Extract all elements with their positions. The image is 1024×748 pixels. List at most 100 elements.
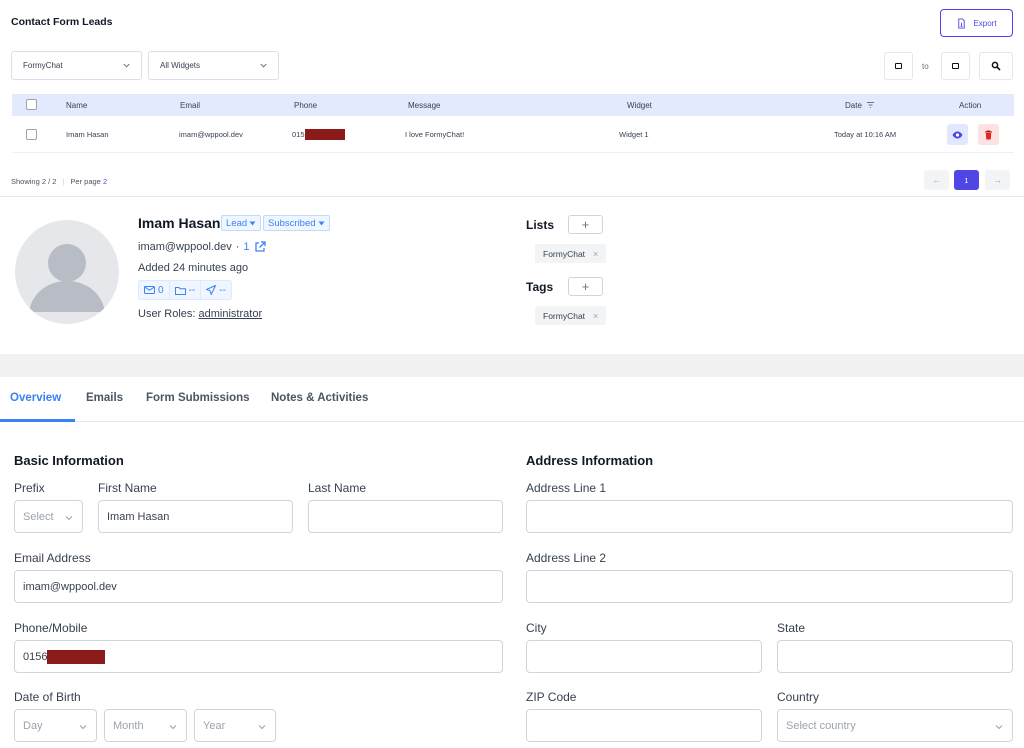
lists-label: Lists bbox=[526, 218, 555, 232]
view-button[interactable] bbox=[947, 124, 968, 145]
per-page-value[interactable]: 2 bbox=[103, 177, 107, 186]
row-email: imam@wppool.dev bbox=[179, 129, 243, 139]
first-name-input[interactable]: Imam Hasan bbox=[98, 500, 293, 533]
pagination-page-1[interactable]: 1 bbox=[954, 170, 979, 190]
separator-dot: · bbox=[235, 241, 240, 253]
address-information-title: Address Information bbox=[526, 453, 654, 468]
folder-stat[interactable]: -- bbox=[170, 281, 202, 299]
column-header-date-label: Date bbox=[845, 100, 862, 110]
sent-stat-value: -- bbox=[219, 284, 226, 296]
email-stat-value: 0 bbox=[158, 284, 164, 296]
contact-profile: Imam Hasan Lead Subscribed imam@wppool.d… bbox=[0, 196, 1024, 354]
subscription-status-label: Subscribed bbox=[268, 217, 316, 229]
dob-month-select[interactable]: Month bbox=[104, 709, 187, 742]
tag-chip: FormyChat × bbox=[535, 306, 607, 325]
search-button[interactable] bbox=[979, 52, 1013, 80]
caret-down-icon bbox=[318, 221, 325, 225]
showing-info: Showing 2 / 2 | Per page 2 bbox=[11, 177, 108, 186]
folder-icon bbox=[174, 286, 186, 295]
country-label: Country bbox=[777, 690, 820, 704]
column-header-name: Name bbox=[66, 100, 88, 110]
sort-icon bbox=[866, 102, 874, 108]
prefix-label: Prefix bbox=[14, 481, 45, 495]
external-link-icon[interactable] bbox=[254, 241, 266, 253]
added-time: Added 24 minutes ago bbox=[138, 262, 249, 274]
source-select-value: FormyChat bbox=[23, 61, 63, 70]
chevron-down-icon bbox=[258, 725, 266, 730]
subscription-status-dropdown[interactable]: Subscribed bbox=[263, 215, 330, 231]
page-title: Contact Form Leads bbox=[11, 16, 113, 28]
widget-select[interactable]: All Widgets bbox=[148, 51, 279, 80]
country-select[interactable]: Select country bbox=[777, 709, 1013, 742]
row-widget: Widget 1 bbox=[619, 129, 649, 139]
pagination-prev-button[interactable]: ← bbox=[924, 170, 949, 190]
export-label: Export bbox=[973, 18, 997, 28]
zip-code-input[interactable] bbox=[526, 709, 762, 742]
address-line1-input[interactable] bbox=[526, 500, 1013, 533]
email-address-value: imam@wppool.dev bbox=[23, 580, 117, 593]
contact-email: imam@wppool.dev bbox=[138, 241, 232, 253]
tab-emails[interactable]: Emails bbox=[86, 392, 123, 404]
dob-month-placeholder: Month bbox=[113, 719, 144, 732]
column-header-date[interactable]: Date bbox=[845, 94, 875, 116]
state-input[interactable] bbox=[777, 640, 1013, 673]
dob-year-select[interactable]: Year bbox=[194, 709, 276, 742]
active-tab-indicator bbox=[0, 419, 75, 422]
prefix-select[interactable]: Select bbox=[14, 500, 83, 533]
date-to-button[interactable] bbox=[941, 52, 970, 80]
section-divider bbox=[0, 354, 1024, 377]
tab-notes-activities[interactable]: Notes & Activities bbox=[271, 392, 368, 404]
send-icon bbox=[206, 285, 217, 295]
email-address-label: Email Address bbox=[14, 551, 91, 565]
contact-stats: 0 -- -- bbox=[138, 280, 232, 300]
source-select[interactable]: FormyChat bbox=[11, 51, 142, 80]
first-name-label: First Name bbox=[98, 481, 157, 495]
contact-tabs: Overview Emails Form Submissions Notes &… bbox=[0, 377, 1024, 422]
add-tag-button[interactable]: + bbox=[568, 277, 603, 296]
delete-button[interactable] bbox=[978, 124, 999, 145]
email-stat[interactable]: 0 bbox=[139, 281, 170, 299]
table-row[interactable]: Imam Hasan imam@wppool.dev 015 I love Fo… bbox=[12, 116, 1014, 153]
trash-icon bbox=[985, 130, 992, 139]
select-all-checkbox[interactable] bbox=[26, 99, 37, 110]
calendar-icon bbox=[895, 63, 902, 69]
mail-icon bbox=[144, 286, 155, 294]
add-list-button[interactable]: + bbox=[568, 215, 603, 234]
lead-status-dropdown[interactable]: Lead bbox=[221, 215, 262, 231]
tab-form-submissions[interactable]: Form Submissions bbox=[146, 392, 250, 404]
export-button[interactable]: Export bbox=[940, 9, 1013, 37]
remove-list-icon[interactable]: × bbox=[593, 249, 598, 259]
user-avatar-icon bbox=[29, 244, 105, 312]
list-chip: FormyChat × bbox=[535, 244, 607, 263]
phone-label: Phone/Mobile bbox=[14, 621, 88, 635]
widget-select-value: All Widgets bbox=[160, 61, 201, 70]
contact-link-count: 1 bbox=[243, 241, 250, 253]
row-checkbox[interactable] bbox=[26, 129, 37, 140]
date-from-button[interactable] bbox=[884, 52, 913, 80]
city-input[interactable] bbox=[526, 640, 762, 673]
last-name-input[interactable] bbox=[308, 500, 503, 533]
redaction-block bbox=[47, 649, 106, 664]
export-icon bbox=[958, 17, 966, 29]
phone-input[interactable]: 0156 bbox=[14, 640, 503, 673]
eye-icon bbox=[952, 131, 963, 138]
date-of-birth-label: Date of Birth bbox=[14, 690, 81, 704]
sent-stat[interactable]: -- bbox=[201, 281, 231, 299]
column-header-phone: Phone bbox=[294, 100, 318, 110]
per-page-label: Per page bbox=[70, 177, 101, 186]
row-name: Imam Hasan bbox=[66, 129, 109, 139]
tag-chip-label: FormyChat bbox=[543, 310, 586, 321]
remove-tag-icon[interactable]: × bbox=[593, 311, 598, 321]
row-phone: 015 bbox=[292, 116, 345, 152]
pagination-next-button[interactable]: → bbox=[985, 170, 1010, 190]
address-line2-input[interactable] bbox=[526, 570, 1013, 603]
dob-day-select[interactable]: Day bbox=[14, 709, 97, 742]
user-roles-link[interactable]: administrator bbox=[199, 308, 263, 320]
column-header-action: Action bbox=[959, 100, 982, 110]
dob-year-placeholder: Year bbox=[203, 719, 226, 732]
tab-overview[interactable]: Overview bbox=[10, 392, 61, 404]
email-address-input[interactable]: imam@wppool.dev bbox=[14, 570, 503, 603]
country-select-placeholder: Select country bbox=[786, 719, 856, 732]
row-date: Today at 10:16 AM bbox=[834, 129, 897, 139]
first-name-value: Imam Hasan bbox=[107, 510, 170, 523]
